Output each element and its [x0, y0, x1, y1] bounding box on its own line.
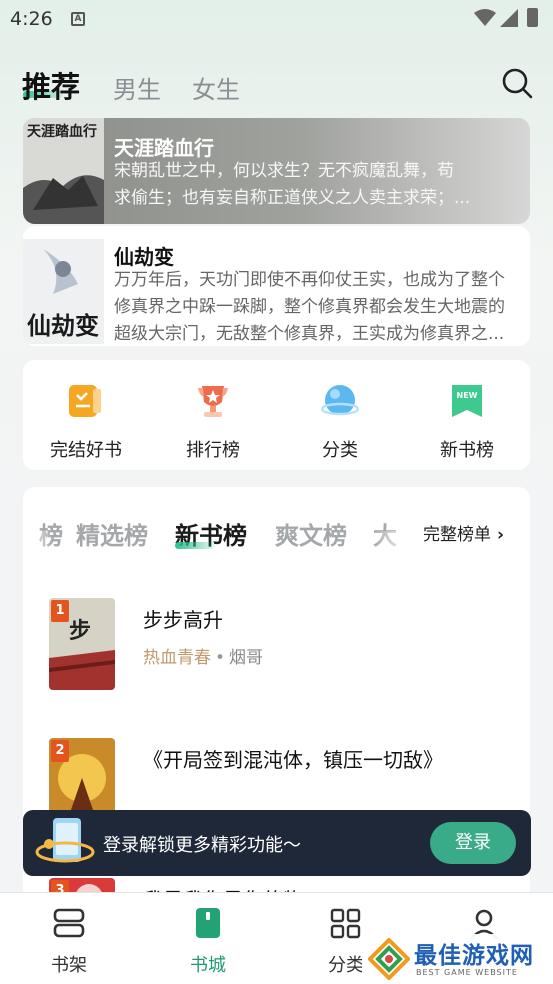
book-desc-line: 修真界之中跺一跺脚，整个修真界都会发生大地震的: [114, 297, 505, 317]
quick-link-new-books[interactable]: NEW 新书榜: [417, 382, 517, 462]
quick-link-ranking[interactable]: 排行榜: [163, 382, 263, 462]
book-title: 天涯踏血行: [114, 136, 214, 160]
rank-badge: 2: [51, 740, 69, 762]
ranking-book-meta: 热血青春 • 烟哥: [143, 648, 264, 668]
rank-badge: 1: [51, 600, 69, 622]
phone-lock-illustration-icon: [35, 818, 95, 863]
book-complete-icon: [69, 385, 101, 417]
category-grid-icon: [330, 908, 361, 939]
tab-female[interactable]: 女生: [192, 70, 240, 105]
nav-label: 书架: [51, 955, 87, 976]
active-ranking-underline: [175, 542, 215, 549]
book-desc-line: 超级大宗门，无敌整个修真界，王实成为修真界之...: [114, 324, 505, 344]
full-list-link[interactable]: 完整榜单 ›: [423, 520, 504, 545]
watermark-title: 最佳游戏网: [414, 943, 534, 969]
new-book-icon: NEW: [452, 385, 482, 417]
login-banner[interactable]: 登录解锁更多精彩功能～ 登录: [23, 810, 531, 876]
book-desc-line: 求偷生；也有妄自称正道侠义之人卖主求荣；...: [114, 188, 471, 208]
watermark-logo-icon: [368, 938, 410, 980]
book-cover-image: 天涯踏血行: [23, 118, 104, 224]
book-desc-line: 万万年后，天功门即使不再仰仗王实，也成为了整个: [114, 270, 505, 290]
ranking-tab-shuangwen[interactable]: 爽文榜: [275, 516, 347, 551]
tabs-fade-right: [373, 531, 413, 581]
ranking-list-item[interactable]: 步 1 步步高升 热血青春 • 烟哥: [49, 598, 509, 693]
book-title: 仙劫变: [114, 245, 174, 269]
quick-link-label: 新书榜: [440, 440, 494, 461]
nav-label: 书城: [190, 955, 226, 976]
cover-title-text: 天涯踏血行: [27, 123, 97, 140]
book-description: 万万年后，天功门即使不再仰仗王实，也成为了整个 修真界之中跺一跺脚，整个修真界都…: [114, 267, 518, 346]
book-author: 烟哥: [229, 648, 264, 668]
bookshelf-icon: [53, 908, 85, 938]
signal-icon: [500, 9, 518, 27]
login-button[interactable]: 登录: [430, 822, 516, 864]
quick-link-category[interactable]: 分类: [290, 382, 390, 462]
tab-recommend[interactable]: 推荐: [22, 64, 80, 106]
watermark: 最佳游戏网 BEST GAME WEBSITE: [362, 934, 553, 984]
wifi-icon: [474, 9, 496, 26]
login-prompt-text: 登录解锁更多精彩功能～: [103, 835, 301, 856]
ranking-book-title: 《开局签到混沌体，镇压一切敌》: [143, 748, 443, 772]
book-cover-image: 仙劫变: [23, 239, 104, 344]
quick-link-label: 排行榜: [186, 440, 240, 461]
quick-link-complete[interactable]: 完结好书: [36, 382, 136, 462]
ranking-book-title: 步步高升: [143, 608, 223, 632]
quick-link-label: 完结好书: [50, 440, 122, 461]
book-description: 宋朝乱世之中，何以求生？无不疯魔乱舞，苟 求偷生；也有妄自称正道侠义之人卖主求荣…: [114, 158, 518, 212]
quick-links-panel: 完结好书 排行榜 分类 NEW 新书榜: [23, 360, 530, 470]
status-time: 4:26: [10, 8, 53, 30]
planet-icon: [320, 385, 360, 416]
nav-bookstore[interactable]: 书城: [158, 907, 258, 977]
watermark-subtitle: BEST GAME WEBSITE: [416, 968, 518, 977]
search-icon[interactable]: [500, 66, 534, 100]
bookstore-icon: [196, 908, 220, 938]
cover-title-text: 仙劫变: [27, 311, 99, 340]
featured-book-card[interactable]: 天涯踏血行 天涯踏血行 宋朝乱世之中，何以求生？无不疯魔乱舞，苟 求偷生；也有妄…: [23, 118, 530, 224]
trophy-icon: [198, 386, 228, 417]
svg-text:NEW: NEW: [457, 391, 478, 400]
svg-text:步: 步: [69, 618, 91, 644]
book-desc-line: 宋朝乱世之中，何以求生？无不疯魔乱舞，苟: [114, 161, 454, 181]
quick-link-label: 分类: [322, 440, 358, 461]
status-bar: 4:26 A: [0, 0, 553, 38]
nav-bookshelf[interactable]: 书架: [19, 907, 119, 977]
chevron-right-icon: ›: [497, 525, 505, 545]
ranking-tab-selected-list[interactable]: 精选榜: [76, 516, 148, 551]
battery-icon: [527, 8, 538, 27]
tab-male[interactable]: 男生: [113, 70, 161, 105]
notification-icon: A: [71, 12, 85, 26]
book-genre: 热血青春: [143, 648, 211, 668]
featured-book-card[interactable]: 仙劫变 仙劫变 万万年后，天功门即使不再仰仗王实，也成为了整个 修真界之中跺一跺…: [23, 226, 530, 346]
full-list-label: 完整榜单: [423, 525, 491, 545]
tabs-fade-left: [23, 531, 53, 581]
top-tabs: 推荐 男生 女生: [0, 58, 553, 108]
